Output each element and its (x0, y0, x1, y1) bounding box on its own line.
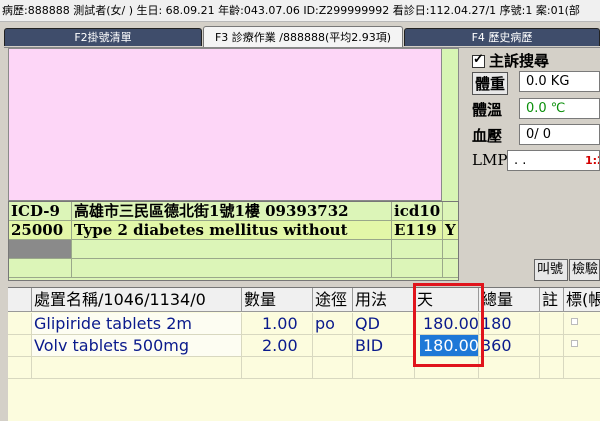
lmp-label: LMP (472, 151, 508, 169)
tab-registration-list[interactable]: F2掛號清單 (4, 28, 202, 46)
rx-empty-cell[interactable] (479, 357, 540, 379)
weight-field[interactable]: 0.0 KG (519, 71, 600, 92)
blood-pressure-label: 血壓 (472, 127, 503, 145)
rx-flag[interactable] (564, 335, 600, 357)
rx-total[interactable]: 180 (479, 313, 540, 335)
rx-qty-header[interactable]: 數量 (242, 288, 313, 312)
icd-empty-cell[interactable] (392, 240, 443, 259)
rx-note[interactable] (540, 313, 564, 335)
diagnosis-name[interactable]: Type 2 diabetes mellitus without (72, 221, 392, 240)
tab-diagnosis[interactable]: F3 診療作業 /888888(平均2.93項) (203, 26, 403, 48)
rx-empty-cell[interactable] (32, 357, 242, 379)
rx-name-header[interactable]: 處置名稱/1046/1134/0 (32, 288, 242, 312)
rx-flag-checkbox[interactable] (571, 318, 578, 325)
rx-name[interactable]: Volv tablets 500mg (32, 335, 242, 357)
rx-route[interactable]: po (313, 313, 353, 335)
rx-flag-checkbox[interactable] (571, 340, 578, 347)
call-number-button[interactable]: 叫號 (534, 259, 568, 281)
weight-button[interactable]: 體重 (472, 72, 509, 95)
icd9-header: ICD-9 (9, 202, 72, 221)
icd-empty-row[interactable] (9, 240, 458, 259)
rx-empty-cell[interactable] (353, 357, 415, 379)
flag-header (443, 202, 458, 221)
rx-qty[interactable]: 2.00 (242, 335, 313, 357)
rx-name[interactable]: Glipiride tablets 2m (32, 313, 242, 335)
rx-usage[interactable]: QD (353, 313, 415, 335)
address-header: 高雄市三民區德北街1號1樓 09393732 (72, 202, 392, 221)
lab-test-button[interactable]: 檢驗 (569, 259, 600, 281)
rx-note-header[interactable]: 註 (540, 288, 564, 312)
tab-strip: F2掛號清單 F3 診療作業 /888888(平均2.93項) F4 歷史病歷 (0, 26, 600, 48)
prescription-table: 處置名稱/1046/1134/0 數量 途徑 用法 天 總量 註 標(帳 Gli… (8, 287, 600, 421)
rx-usage-header[interactable]: 用法 (353, 288, 415, 312)
rx-route-header[interactable]: 途徑 (313, 288, 353, 312)
icd-empty-row[interactable] (9, 259, 458, 278)
chief-complaint-label: 主訴搜尋 (489, 52, 550, 70)
temperature-field[interactable]: 0.0 ℃ (519, 98, 600, 119)
lmp-field[interactable]: . . 1:2 (507, 150, 600, 171)
clinical-notes-area[interactable] (8, 48, 442, 201)
icd-table: ICD-9 高雄市三民區德北街1號1樓 09393732 icd10 25000… (8, 201, 459, 281)
rx-usage[interactable]: BID (353, 335, 415, 357)
rx-qty[interactable]: 1.00 (242, 313, 313, 335)
prescription-header: 處置名稱/1046/1134/0 數量 途徑 用法 天 總量 註 標(帳 (8, 288, 600, 312)
row-indicator-header (8, 288, 32, 312)
row-indicator[interactable] (8, 335, 32, 357)
icd-flag[interactable]: Y (443, 221, 458, 240)
rx-empty-cell[interactable] (564, 357, 600, 379)
chief-complaint-checkbox[interactable] (472, 52, 485, 68)
rx-empty-cell[interactable] (242, 357, 313, 379)
icd-header-row: ICD-9 高雄市三民區德北街1號1樓 09393732 icd10 (9, 202, 458, 221)
rx-empty-cell[interactable] (540, 357, 564, 379)
row-indicator[interactable] (8, 357, 32, 379)
rx-total-header[interactable]: 總量 (479, 288, 540, 312)
icd10-code[interactable]: E119 (392, 221, 443, 240)
tab-history[interactable]: F4 歷史病歷 (404, 28, 600, 46)
patient-info-bar: 病歷:888888 測試者(女/ ) 生日: 68.09.21 年齡:043.0… (0, 0, 600, 22)
vitals-panel: 主訴搜尋 體重 0.0 KG 體溫 0.0 ℃ 血壓 0/ 0 LMP . . … (464, 48, 600, 283)
lmp-marker: 1:2 (585, 154, 599, 167)
row-indicator[interactable] (8, 313, 32, 335)
days-column-highlight (413, 283, 484, 367)
blood-pressure-field[interactable]: 0/ 0 (519, 124, 600, 145)
icd-empty-cell[interactable] (443, 259, 458, 278)
prescription-row[interactable]: Glipiride tablets 2m 1.00 po QD 180.00 1… (8, 313, 600, 335)
rx-total[interactable]: 360 (479, 335, 540, 357)
rx-flag-header[interactable]: 標(帳 (564, 288, 600, 312)
rx-empty-cell[interactable] (313, 357, 353, 379)
icd-empty-cell[interactable] (72, 240, 392, 259)
icd-empty-cell[interactable] (392, 259, 443, 278)
icd-row[interactable]: 25000 Type 2 diabetes mellitus without E… (9, 221, 458, 240)
icd9-code[interactable]: 25000 (9, 221, 72, 240)
icd-empty-cell[interactable] (9, 259, 72, 278)
chief-complaint-search[interactable]: 主訴搜尋 (472, 50, 549, 71)
rx-flag[interactable] (564, 313, 600, 335)
lmp-date: . . (514, 153, 527, 168)
icd-empty-cell[interactable] (72, 259, 392, 278)
temperature-label: 體溫 (472, 101, 503, 119)
notes-side-strip (442, 48, 459, 201)
rx-route[interactable] (313, 335, 353, 357)
prescription-empty-row[interactable] (8, 357, 600, 379)
rx-note[interactable] (540, 335, 564, 357)
icd-empty-cell[interactable] (9, 240, 72, 259)
icd-empty-cell[interactable] (443, 240, 458, 259)
icd10-header: icd10 (392, 202, 443, 221)
prescription-row[interactable]: Volv tablets 500mg 2.00 BID 180.00 360 (8, 335, 600, 357)
